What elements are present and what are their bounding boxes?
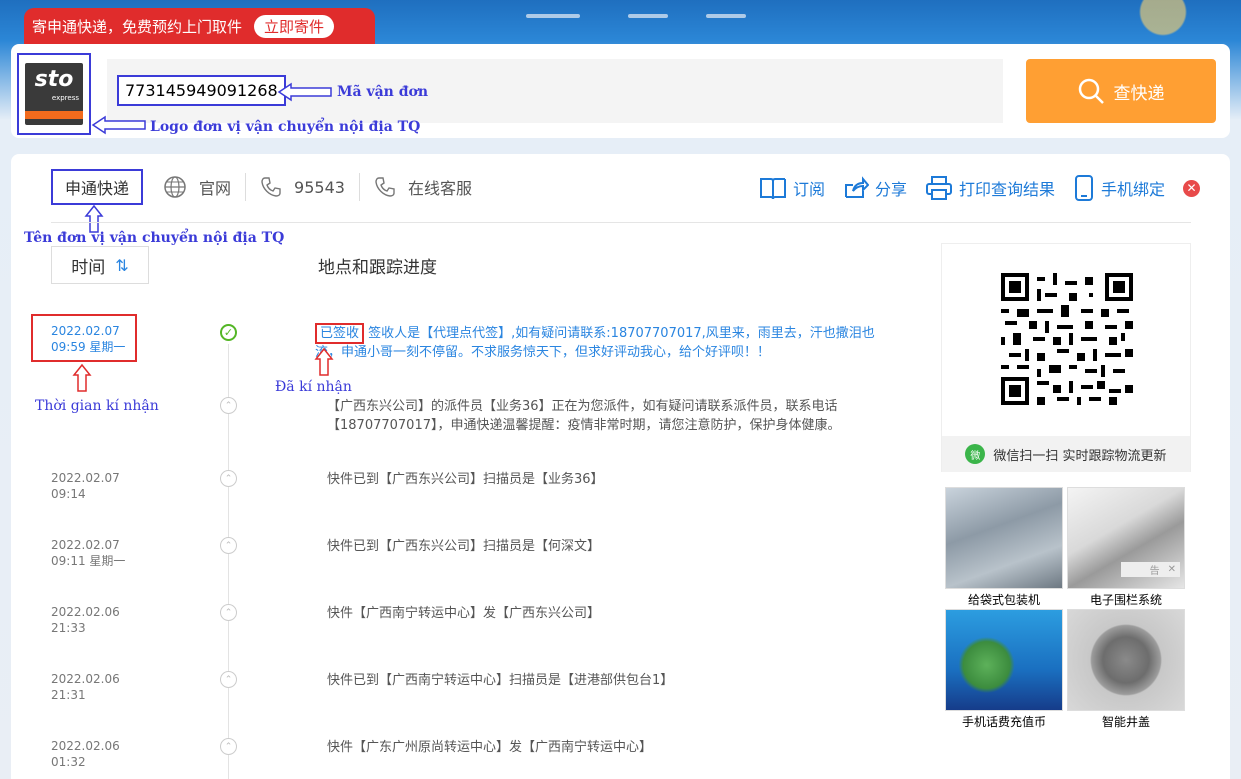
phone-link[interactable]: 95543 — [245, 173, 359, 201]
annotation-tracking: Mã vận đơn — [337, 84, 429, 100]
share-button[interactable]: 分享 — [843, 175, 907, 201]
ad-caption: 手机话费充值币 — [961, 715, 1046, 729]
tracking-number-input[interactable]: 773145949091268 — [117, 75, 286, 106]
search-button-label: 查快递 — [1113, 83, 1165, 104]
ad-caption: 电子围栏系统 — [1089, 593, 1162, 607]
ad-item[interactable]: 给袋式包装机 — [945, 487, 1063, 608]
print-label: 打印查询结果 — [958, 180, 1055, 199]
close-icon[interactable]: ✕ — [1183, 179, 1200, 197]
tracking-row: 快件【广西南宁转运中心】发【广西东兴公司】 — [327, 606, 601, 621]
ad-close-bar[interactable]: 告 ✕ — [1121, 562, 1180, 577]
chevron-up-icon: ⌃ — [220, 470, 237, 487]
annotation-sign-time: Thời gian kí nhận — [35, 398, 159, 414]
check-icon: ✓ — [220, 324, 237, 341]
tracking-row-signed: 已签收 签收人是【代理点代签】,如有疑问请联系:18707707017,风里来，… — [315, 323, 895, 362]
tracking-row: 【广西东兴公司】的派件员【业务36】正在为您派件，如有疑问请联系派件员，联系电话… — [327, 399, 841, 433]
carrier-toolbar: 申通快递 官网 95543 在线客服 — [51, 169, 486, 205]
bind-phone-label: 手机绑定 — [1100, 180, 1165, 199]
subscribe-label: 订阅 — [792, 180, 825, 199]
ad-item[interactable]: 手机话费充值币 — [945, 609, 1063, 730]
tracking-row: 快件已到【广西东兴公司】扫描员是【业务36】 — [327, 472, 604, 487]
banner-text: 寄申通快递，免费预约上门取件 — [32, 17, 243, 36]
carrier-logo-box[interactable]: sto express — [17, 53, 91, 135]
ad-image-game — [945, 609, 1063, 711]
tracking-row: 快件【广东广州原尚转运中心】发【广西南宁转运中心】 — [327, 740, 653, 755]
ad-item[interactable]: 电子围栏系统 — [1067, 487, 1185, 608]
qr-caption: 微 微信扫一扫 实时跟踪物流更新 — [942, 436, 1190, 472]
header-dash — [526, 14, 580, 18]
share-icon — [844, 176, 869, 198]
online-service-link[interactable]: 在线客服 — [358, 173, 486, 201]
search-button[interactable]: 查快递 — [1026, 59, 1216, 123]
ad-image-manhole — [1067, 609, 1185, 711]
ad-item[interactable]: 智能井盖 — [1067, 609, 1185, 730]
ad-caption: 给袋式包装机 — [967, 593, 1040, 607]
header-dash — [706, 14, 746, 18]
sign-time: 2022.02.07 09:59 星期一 — [31, 314, 137, 362]
qr-caption-text: 微信扫一扫 实时跟踪物流更新 — [993, 448, 1167, 464]
row-time: 2022.02.06 01:32 — [51, 739, 120, 769]
official-website-link[interactable]: 官网 — [149, 173, 245, 201]
printer-icon — [925, 176, 952, 200]
qr-code — [1001, 273, 1133, 405]
carrier-name[interactable]: 申通快递 — [51, 169, 144, 205]
row-time: 2022.02.06 21:31 — [51, 672, 120, 702]
signed-status: 已签收 — [315, 323, 365, 344]
book-icon — [759, 178, 786, 200]
website-label: 官网 — [199, 179, 232, 198]
mobile-icon — [1074, 175, 1093, 201]
close-icon[interactable]: ✕ — [1168, 564, 1176, 575]
sto-logo: sto express — [25, 63, 83, 125]
annotation-arrow-up — [314, 347, 334, 376]
annotation-logo: Logo đơn vị vận chuyển nội địa TQ — [150, 119, 421, 135]
location-header: 地点和跟踪进度 — [318, 258, 437, 278]
annotation-arrow — [277, 82, 332, 102]
ad-label: 告 — [1149, 566, 1160, 577]
phone-icon — [375, 177, 395, 197]
header-dash — [628, 14, 668, 18]
share-label: 分享 — [874, 180, 907, 199]
toolbar-actions: 订阅 分享 打印查询结果 手机绑定 ✕ — [759, 174, 1200, 202]
qr-panel: 微 微信扫一扫 实时跟踪物流更新 — [941, 243, 1191, 472]
tracking-row: 快件已到【广西东兴公司】扫描员是【何深文】 — [327, 539, 601, 554]
chevron-up-icon: ⌃ — [220, 604, 237, 621]
chevron-up-icon: ⌃ — [220, 738, 237, 755]
annotation-arrow — [91, 115, 146, 135]
time-sort-button[interactable]: 时间 ⇅ — [51, 246, 149, 284]
phone-number: 95543 — [294, 177, 345, 197]
phone-icon — [261, 177, 281, 197]
chevron-up-icon: ⌃ — [220, 537, 237, 554]
search-card: sto express 773145949091268 Mã vận đơn L… — [11, 44, 1230, 138]
chevron-up-icon: ⌃ — [220, 397, 237, 414]
signed-detail: 签收人是【代理点代签】,如有疑问请联系:18707707017,风里来，雨里去，… — [315, 326, 875, 360]
row-time: 2022.02.06 21:33 — [51, 605, 120, 635]
ad-caption: 智能井盖 — [1101, 715, 1150, 729]
send-express-banner[interactable]: 寄申通快递，免费预约上门取件 立即寄件 — [24, 8, 375, 44]
globe-icon — [164, 176, 186, 198]
annotation-signed: Đã kí nhận — [275, 379, 352, 395]
wechat-icon: 微 — [965, 444, 986, 464]
subscribe-button[interactable]: 订阅 — [759, 175, 825, 201]
online-service-label: 在线客服 — [407, 179, 472, 198]
row-time: 2022.02.07 09:11 星期一 — [51, 538, 126, 568]
annotation-company: Tên đơn vị vận chuyển nội địa TQ — [24, 230, 285, 246]
search-icon — [1078, 78, 1104, 104]
bind-phone-button[interactable]: 手机绑定 — [1073, 174, 1165, 202]
ad-image-packaging — [945, 487, 1063, 589]
divider — [51, 222, 1191, 223]
chevron-up-icon: ⌃ — [220, 671, 237, 688]
print-button[interactable]: 打印查询结果 — [925, 175, 1055, 201]
annotation-arrow-up — [72, 363, 92, 392]
tracking-row: 快件已到【广西南宁转运中心】扫描员是【进港部供包台1】 — [327, 673, 674, 688]
send-now-button[interactable]: 立即寄件 — [254, 14, 335, 38]
row-time: 2022.02.07 09:14 — [51, 471, 120, 501]
sort-icon: ⇅ — [115, 255, 129, 275]
time-header: 时间 — [71, 257, 106, 278]
